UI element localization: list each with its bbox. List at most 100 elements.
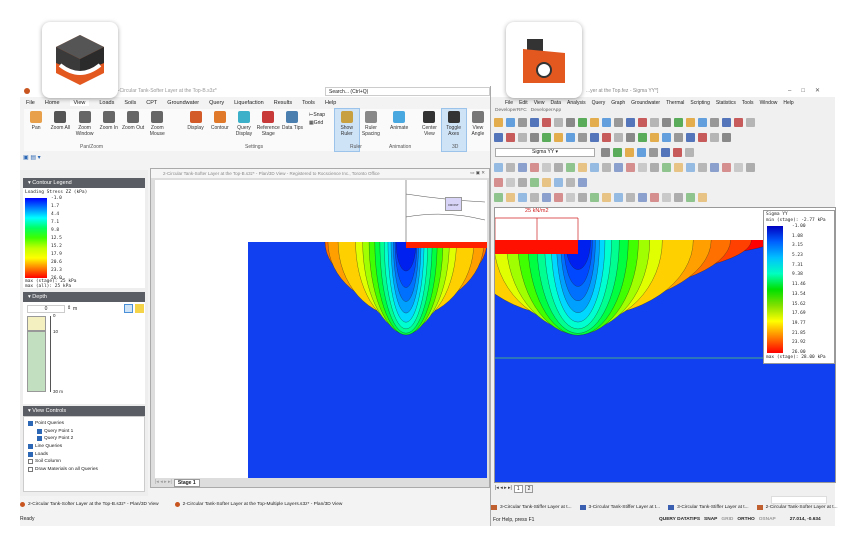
toolbar-icon[interactable] [530,163,539,172]
toolbar-icon[interactable] [674,118,683,127]
checkbox[interactable] [37,436,42,442]
menu-view[interactable]: View [69,100,90,106]
depth-input[interactable]: 0 [27,305,65,313]
menu-loads[interactable]: Loads [99,100,114,106]
menu-help[interactable]: Help [783,100,793,106]
menu-soils[interactable]: Soils [124,100,136,106]
toolbar-icon[interactable] [566,118,575,127]
toolbar-icon[interactable] [710,118,719,127]
taskbar-tab[interactable]: 2-Circular Tank-Softer Layer at the Top-… [174,502,342,507]
depth-spinner[interactable]: ⇕ [67,305,71,311]
toolbar-icon[interactable] [542,118,551,127]
toolbar-icon[interactable] [566,133,575,142]
menu-liquefaction[interactable]: Liquefaction [234,100,264,106]
toolbar-icon[interactable] [566,163,575,172]
toolbar-icon[interactable] [662,133,671,142]
toolbar-icon[interactable] [649,148,658,157]
menu-groundwater[interactable]: Groundwater [167,100,199,106]
toolbar-icon[interactable] [734,118,743,127]
menu-home[interactable]: Home [45,100,60,106]
menu-cpt[interactable]: CPT [146,100,157,106]
toolbar-icon[interactable] [578,193,587,202]
menu-thermal[interactable]: Thermal [666,100,684,106]
submenu-item[interactable]: DeveloperRFC [495,108,527,113]
toolbar-icon[interactable] [494,178,503,187]
contour-button[interactable]: Contour [208,109,232,151]
toolbar-icon[interactable] [722,163,731,172]
status-flag[interactable]: ORTHO [737,517,754,522]
toolbar-icon[interactable] [601,148,610,157]
checkbox[interactable] [28,444,33,450]
checkbox[interactable] [28,459,33,465]
display-button[interactable]: Display [183,109,207,151]
settle3-app-icon[interactable] [42,22,118,98]
toolbar-icon[interactable] [602,118,611,127]
toolbar-icon[interactable] [506,178,515,187]
toolbar-icon[interactable] [686,193,695,202]
menu-file[interactable]: File [26,100,35,106]
toolbar-icon[interactable] [638,133,647,142]
toolbar-icon[interactable] [734,163,743,172]
toolbar-icon[interactable] [590,133,599,142]
menu-analysis[interactable]: Analysis [567,100,586,106]
toolbar-icon[interactable] [698,133,707,142]
grid-toggle[interactable]: ▦Grid [309,119,325,127]
menu-help[interactable]: Help [325,100,336,106]
toolbar-icon[interactable] [578,133,587,142]
toolbar-icon[interactable] [710,163,719,172]
tree-item[interactable]: Loads [28,450,140,458]
status-flag[interactable]: GRID [721,517,733,522]
search-input[interactable]: Search... (Ctrl+Q) [325,87,490,96]
checkbox[interactable] [28,451,33,457]
toolbar-icon[interactable] [566,193,575,202]
toolbar-icon[interactable] [698,118,707,127]
toolbar-icon[interactable] [494,163,503,172]
toolbar-icon[interactable] [494,118,503,127]
axes-cube[interactable]: FRONT [445,197,462,211]
toolbar-icon[interactable] [662,193,671,202]
toolbar-icon[interactable] [530,118,539,127]
toolbar-icon[interactable] [518,178,527,187]
toolbar-icon[interactable] [530,133,539,142]
toolbar-icon[interactable] [542,178,551,187]
taskbar-tab[interactable]: 3-Circular Tank-Stiffer Layer at t... [668,505,749,510]
view-angle-button[interactable]: View Angle [466,109,490,151]
toolbar-icon[interactable] [578,163,587,172]
toolbar-icon[interactable] [613,148,622,157]
toolbar-icon[interactable] [722,118,731,127]
toolbar-icon[interactable] [637,148,646,157]
menu-tools[interactable]: Tools [302,100,315,106]
checkbox[interactable] [28,421,33,427]
toolbar-icon[interactable] [554,118,563,127]
status-flag[interactable]: QUERY DATATIPS [659,517,700,522]
checkbox[interactable] [28,466,33,472]
menu-query[interactable]: Query [592,100,606,106]
toolbar-icon[interactable] [686,133,695,142]
toolbar-icon[interactable] [566,178,575,187]
toolbar-icon[interactable] [686,118,695,127]
toolbar-icon[interactable] [673,148,682,157]
view-controls-header[interactable]: ▾ View Controls [23,406,145,416]
stage-tab[interactable]: 1 [513,485,523,493]
pan-button[interactable]: Pan [24,109,48,151]
toolbar-icon[interactable] [494,133,503,142]
taskbar-tab[interactable]: 2-Circular Tank-Softer Layer at the Top-… [20,502,159,507]
toolbar-icon[interactable] [722,133,731,142]
toolbar-icon[interactable] [518,193,527,202]
toolbar-icon[interactable] [626,133,635,142]
toolbar-icon[interactable] [542,193,551,202]
toolbar-icon[interactable] [650,118,659,127]
checkbox[interactable] [37,428,42,434]
window-controls[interactable]: ▭ ▣ ✕ [470,170,485,176]
snap-toggle[interactable]: ⊢Snap [309,111,325,119]
zoom-all-button[interactable]: Zoom All [48,109,72,151]
menu-graph[interactable]: Graph [611,100,625,106]
toolbar-icon[interactable] [506,133,515,142]
toolbar-icon[interactable] [685,148,694,157]
toolbar-icon[interactable] [554,178,563,187]
toolbar-icon[interactable] [530,178,539,187]
taskbar-tab[interactable]: 3-Circular Tank-Stiffer Layer at t... [491,505,572,510]
contour-legend-header[interactable]: ▾ Contour Legend [23,178,145,188]
taskbar-tab[interactable]: 3-Circular Tank-Stiffer Layer at t... [579,505,660,510]
lock-icon[interactable] [135,304,144,313]
